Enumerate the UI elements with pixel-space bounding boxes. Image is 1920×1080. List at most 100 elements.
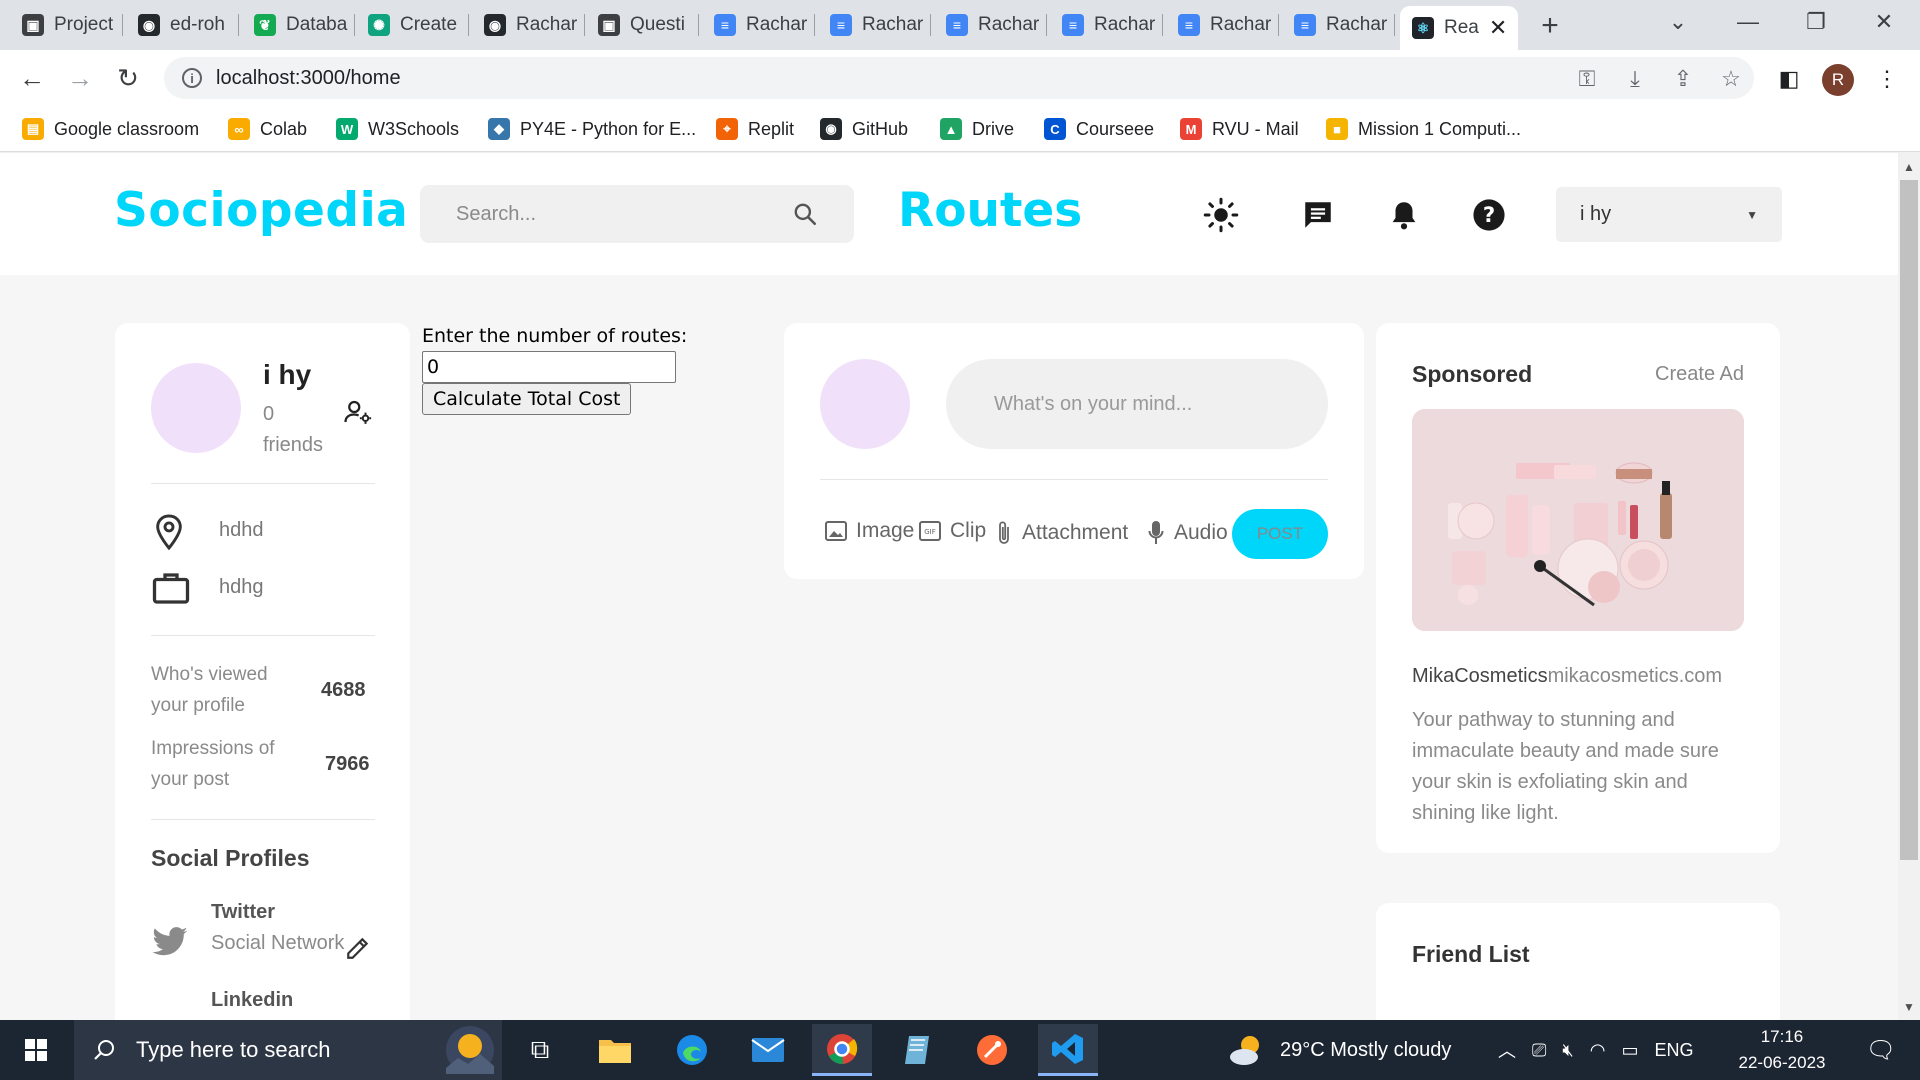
address-bar[interactable]: i localhost:3000/home	[164, 57, 1754, 99]
browser-tab[interactable]: ≡ Rachar	[1050, 6, 1160, 44]
windows-start-icon[interactable]	[6, 1024, 66, 1076]
calculate-total-cost-button[interactable]: Calculate Total Cost	[422, 383, 632, 415]
language-indicator[interactable]: ENG	[1654, 1040, 1693, 1061]
reload-button[interactable]: ↻	[110, 60, 146, 96]
bookmark-item[interactable]: ∞ Colab	[228, 114, 307, 144]
browser-tab[interactable]: ≡ Rachar	[1282, 6, 1392, 44]
task-view-icon[interactable]: ⧉	[510, 1024, 570, 1076]
github-icon: ◉	[820, 118, 842, 140]
install-icon[interactable]: ⤓	[1620, 64, 1650, 94]
document-icon: ▣	[22, 14, 44, 36]
postman-icon[interactable]	[962, 1024, 1022, 1076]
file-explorer-icon[interactable]	[585, 1024, 645, 1076]
browser-tab[interactable]: ≡ Rachar	[702, 6, 812, 44]
minimize-button[interactable]: —	[1720, 0, 1776, 44]
bookmark-item[interactable]: ⌖ Replit	[716, 114, 794, 144]
browser-tab-active[interactable]: ⚛ Rea ✕	[1400, 6, 1518, 50]
bookmark-item[interactable]: ■ Mission 1 Computi...	[1326, 114, 1521, 144]
user-select-dropdown[interactable]: i hy ▼	[1556, 187, 1782, 242]
battery-icon[interactable]: ▭	[1621, 1040, 1638, 1061]
edit-icon[interactable]	[345, 935, 371, 966]
image-action-label: Image	[856, 519, 915, 542]
avatar[interactable]	[151, 363, 241, 453]
tab-search-chevron-icon[interactable]: ⌄	[1650, 0, 1706, 44]
help-icon[interactable]: ?	[1467, 193, 1511, 237]
advert-image[interactable]	[1412, 409, 1744, 631]
partly-cloudy-icon	[1230, 1036, 1259, 1065]
profile-avatar-button[interactable]: R	[1822, 64, 1854, 96]
advert-site[interactable]: mikacosmetics.com	[1548, 665, 1722, 687]
browser-tab[interactable]: ≡ Rachar	[1166, 6, 1276, 44]
show-hidden-icons-chevron-icon[interactable]: ︿	[1498, 1037, 1516, 1063]
bookmark-item[interactable]: ◉ GitHub	[820, 114, 908, 144]
bookmark-item[interactable]: ▲ Drive	[940, 114, 1014, 144]
browser-tab[interactable]: ≡ Rachar	[818, 6, 928, 44]
manage-account-icon[interactable]	[343, 397, 373, 432]
light-mode-icon[interactable]	[1199, 193, 1243, 237]
browser-tab[interactable]: ▣ Questi	[586, 6, 696, 44]
post-text-input[interactable]: What's on your mind...	[946, 359, 1328, 449]
bookmark-item[interactable]: C Courseee	[1044, 114, 1154, 144]
create-ad-link[interactable]: Create Ad	[1655, 363, 1744, 386]
bookmark-item[interactable]: ▤ Google classroom	[22, 114, 199, 144]
react-icon: ⚛	[1412, 17, 1434, 39]
google-drive-icon: ▲	[940, 118, 962, 140]
bookmark-label: W3Schools	[368, 118, 460, 139]
meet-now-icon[interactable]: ⎚	[1532, 1040, 1546, 1061]
social-type: Social Network	[211, 932, 345, 954]
close-window-button[interactable]: ✕	[1856, 0, 1912, 44]
user-name[interactable]: i hy	[263, 359, 311, 391]
mongodb-icon: ❦	[254, 14, 276, 36]
restore-button[interactable]: ❐	[1788, 0, 1844, 44]
vscode-icon[interactable]	[1038, 1024, 1098, 1076]
scrollbar-thumb[interactable]	[1900, 180, 1918, 860]
audio-action[interactable]: Audio	[1146, 519, 1228, 547]
site-info-icon[interactable]: i	[182, 68, 202, 88]
notifications-icon[interactable]	[1382, 193, 1426, 237]
routes-count-input[interactable]	[422, 351, 676, 383]
app-logo[interactable]: Sociopedia	[114, 183, 408, 238]
tab-title: Rea	[1444, 17, 1479, 38]
side-panel-icon[interactable]: ◧	[1774, 64, 1804, 94]
new-tab-button[interactable]: +	[1532, 8, 1568, 44]
post-button[interactable]: POST	[1232, 509, 1328, 559]
close-tab-icon[interactable]: ✕	[1489, 15, 1507, 41]
clock[interactable]: 17:16 22-06-2023	[1732, 1020, 1832, 1080]
bookmark-item[interactable]: W W3Schools	[336, 114, 459, 144]
message-icon[interactable]	[1296, 193, 1340, 237]
browser-tab[interactable]: ◉ Rachar	[472, 6, 582, 44]
share-icon[interactable]: ⇪	[1668, 64, 1698, 94]
taskbar-search-box[interactable]: Type here to search	[74, 1020, 502, 1080]
clip-action[interactable]: GIF Clip	[918, 519, 986, 543]
bookmark-star-icon[interactable]: ☆	[1716, 64, 1746, 94]
scroll-down-arrow-icon[interactable]: ▼	[1898, 996, 1920, 1018]
attachment-action[interactable]: Attachment	[994, 519, 1128, 547]
edge-browser-icon[interactable]	[662, 1024, 722, 1076]
browser-tab[interactable]: ≡ Rachar	[934, 6, 1044, 44]
weather-widget[interactable]: 29°C Mostly cloudy	[1226, 1020, 1451, 1080]
bookmark-label: RVU - Mail	[1212, 118, 1299, 139]
notepad-icon[interactable]	[888, 1024, 948, 1076]
impressions-label: Impressions of your post	[151, 738, 275, 790]
notifications-center-icon[interactable]: 🗨︎	[1856, 1020, 1906, 1080]
key-icon[interactable]: ⚿	[1572, 64, 1602, 94]
back-button[interactable]: ←	[14, 60, 50, 96]
avatar[interactable]	[820, 359, 910, 449]
menu-kebab-icon[interactable]: ⋮	[1872, 64, 1902, 94]
bookmark-item[interactable]: M RVU - Mail	[1180, 114, 1299, 144]
mail-icon[interactable]	[738, 1024, 798, 1076]
browser-tab[interactable]: ❦ Databa	[242, 6, 352, 44]
forward-button[interactable]: →	[62, 60, 98, 96]
image-action[interactable]: Image	[824, 519, 914, 543]
chrome-icon[interactable]	[812, 1024, 872, 1076]
browser-tab[interactable]: ▣ Project	[10, 6, 120, 44]
tab-separator	[238, 14, 239, 36]
search-icon[interactable]	[792, 201, 818, 227]
browser-tab[interactable]: ◉ ed-roh	[126, 6, 236, 44]
browser-tab[interactable]: ✺ Create	[356, 6, 466, 44]
speaker-muted-icon[interactable]: 🔇︎	[1562, 1040, 1573, 1061]
scroll-up-arrow-icon[interactable]: ▲	[1898, 156, 1920, 178]
bookmark-item[interactable]: ◆ PY4E - Python for E...	[488, 114, 696, 144]
search-input[interactable]: Search...	[420, 185, 854, 243]
wifi-icon[interactable]: ◠	[1590, 1040, 1606, 1061]
